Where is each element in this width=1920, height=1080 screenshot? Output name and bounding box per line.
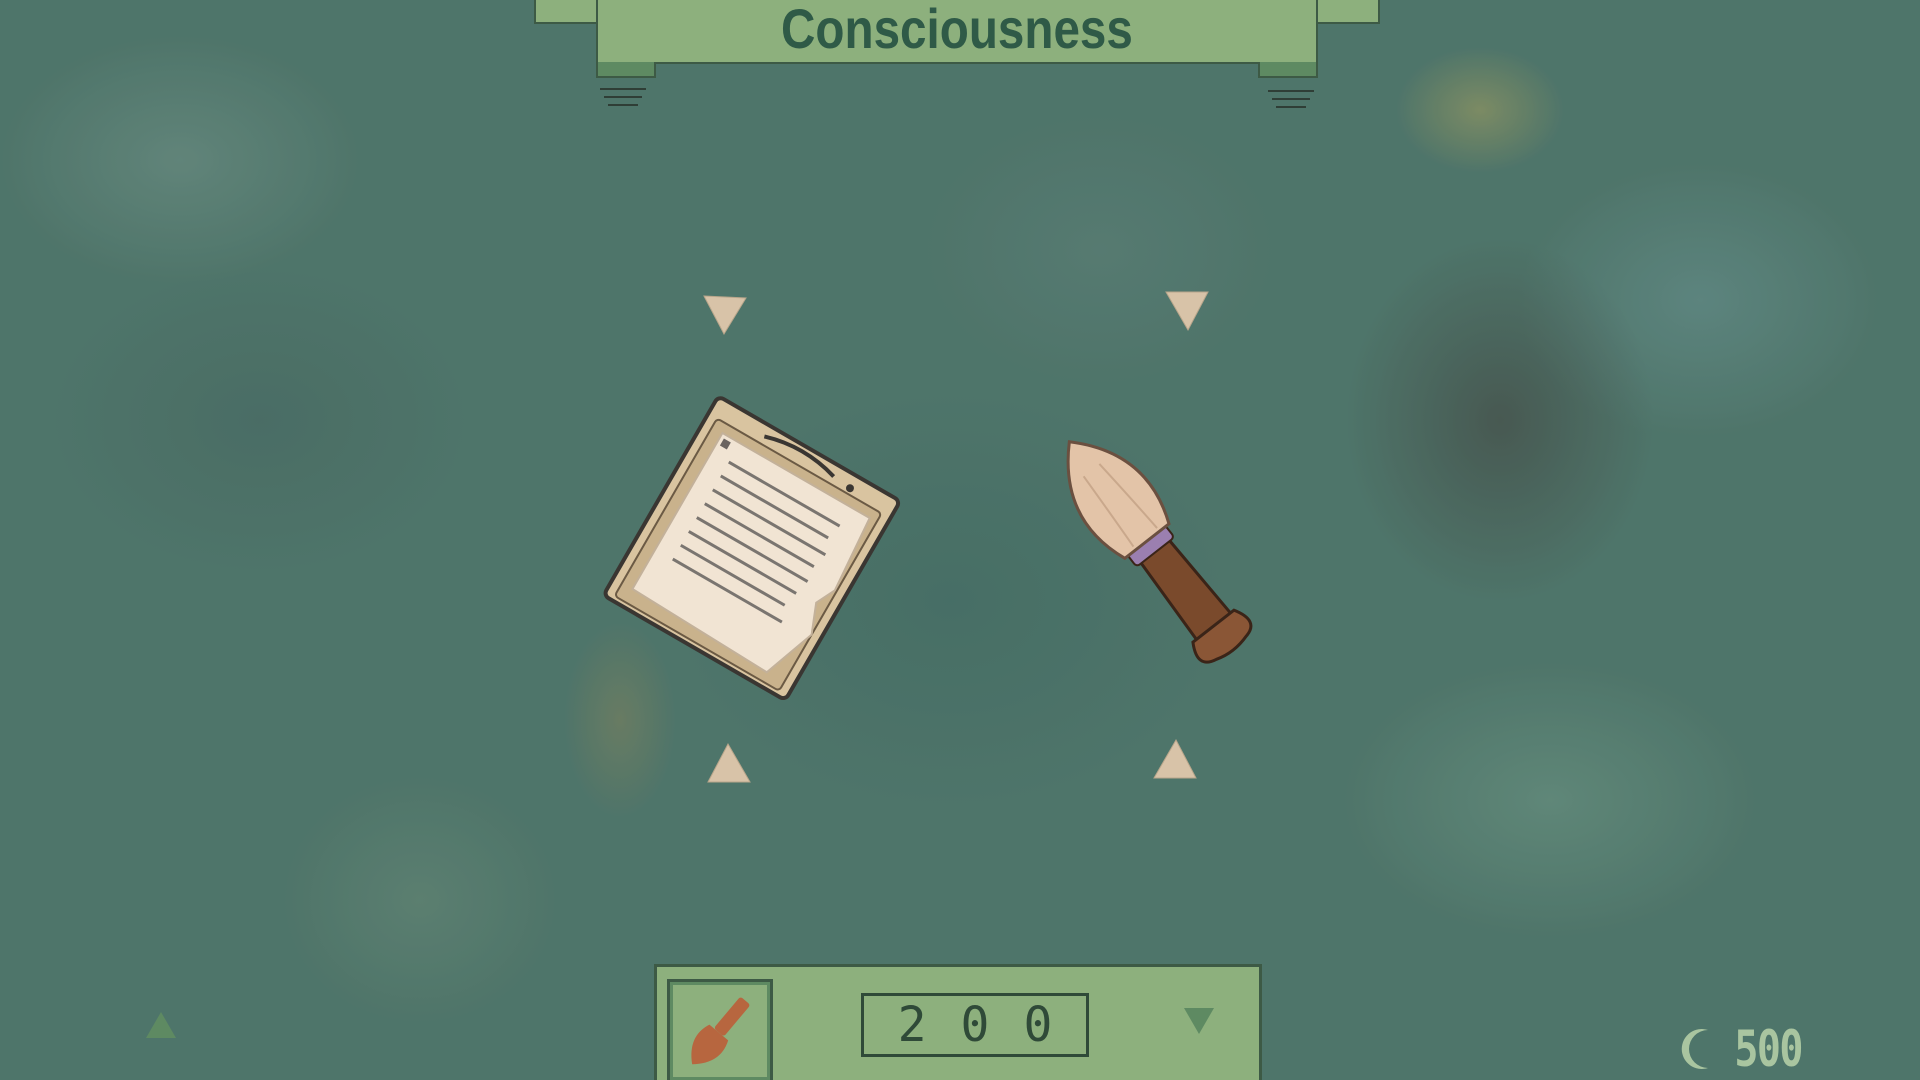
- banner-right-dash-2: [1272, 98, 1310, 100]
- currency-value: 500: [1734, 1020, 1803, 1078]
- banner-left-strip: [596, 62, 656, 78]
- selection-corner-top-right-icon: [1164, 288, 1210, 332]
- banner-left-dash-1: [600, 88, 646, 90]
- banner-right-dash-1: [1268, 90, 1314, 92]
- banner-right-strip: [1258, 62, 1318, 78]
- title-banner: Consciousness: [534, 0, 1380, 112]
- page-title: Consciousness: [781, 0, 1133, 60]
- banner-right-dash-3: [1276, 106, 1306, 108]
- banner-left-dash-2: [604, 96, 642, 98]
- triangle-up-icon: [146, 1012, 176, 1038]
- banner-left-dash-3: [608, 104, 638, 106]
- moon-icon: [1678, 1026, 1718, 1072]
- decrease-amount-button[interactable]: [1182, 1006, 1216, 1036]
- notepad-icon[interactable]: [575, 390, 915, 700]
- selected-item-slot[interactable]: [667, 979, 773, 1080]
- banner-left-tab: [534, 0, 604, 24]
- selection-corner-bottom-right-icon: [1152, 738, 1198, 782]
- triangle-down-icon: [1184, 1008, 1214, 1034]
- amount-display: 200: [861, 993, 1089, 1057]
- paintbrush-icon[interactable]: [1020, 410, 1280, 680]
- purchase-panel: 200: [654, 964, 1262, 1080]
- paintbrush-icon: [691, 997, 750, 1065]
- title-plate: Consciousness: [596, 0, 1318, 64]
- currency-display: 500: [1678, 1020, 1810, 1078]
- banner-right-tab: [1310, 0, 1380, 24]
- selection-corner-bottom-left-icon: [706, 742, 752, 786]
- amount-value: 200: [897, 997, 1087, 1053]
- game-scene: Consciousness 200 500: [0, 0, 1920, 1080]
- selection-corner-top-left-icon: [702, 292, 748, 336]
- increase-amount-button[interactable]: [144, 1010, 178, 1040]
